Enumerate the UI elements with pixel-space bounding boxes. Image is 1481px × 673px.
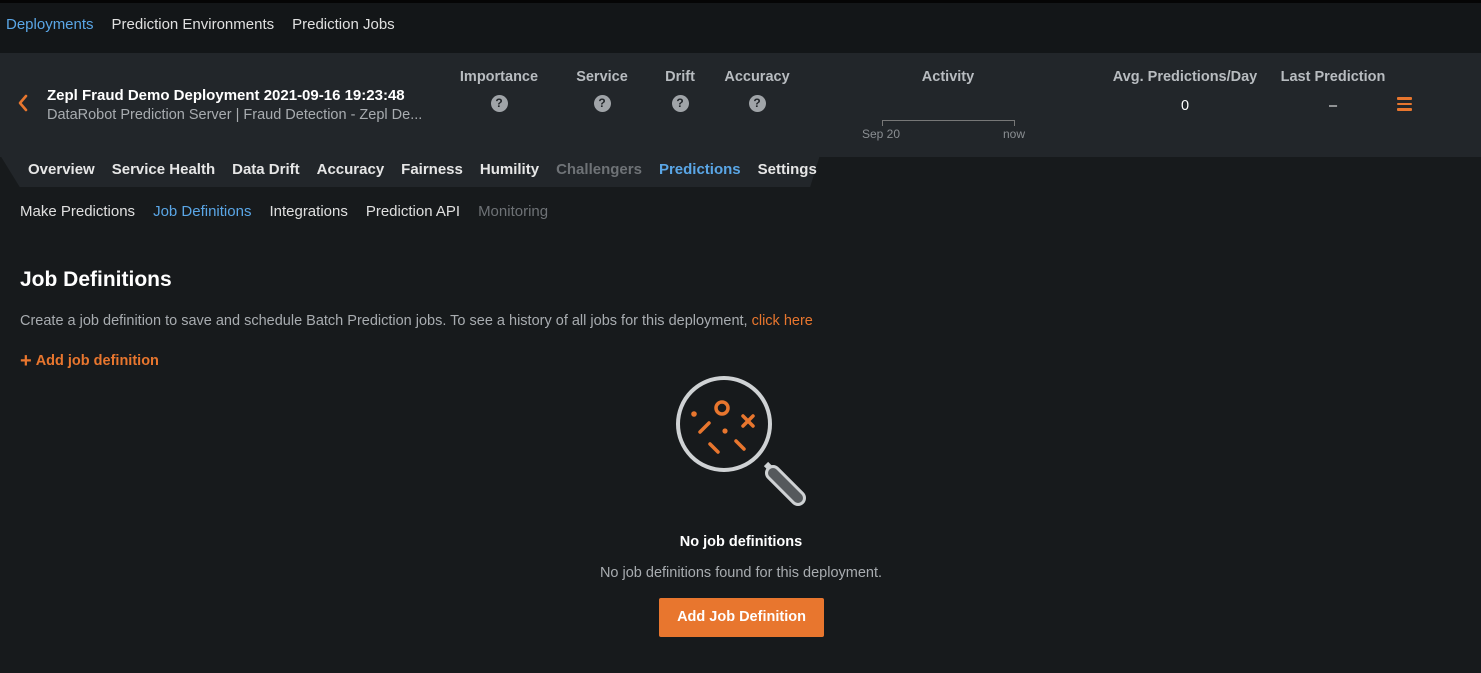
activity-start-label: Sep 20 xyxy=(862,127,901,141)
tab-overview[interactable]: Overview xyxy=(28,161,95,178)
metric-last-prediction-label: Last Prediction xyxy=(1280,69,1386,85)
activity-timeline xyxy=(882,120,1015,126)
metric-activity-label: Activity xyxy=(921,69,975,85)
activity-end-label: now xyxy=(1003,127,1026,141)
deployment-title: Zepl Fraud Demo Deployment 2021-09-16 19… xyxy=(47,87,405,104)
add-job-definition-label: Add job definition xyxy=(35,353,159,369)
subtab-integrations[interactable]: Integrations xyxy=(269,203,347,220)
tab-fairness[interactable]: Fairness xyxy=(401,161,463,178)
add-job-definition-button[interactable]: Add Job Definition xyxy=(659,598,824,637)
question-circle-icon[interactable]: ? xyxy=(593,95,611,112)
metric-activity: Activity xyxy=(908,69,988,85)
metric-accuracy-label: Accuracy xyxy=(724,69,790,85)
avg-predictions-value: 0 xyxy=(1180,98,1190,114)
back-button[interactable] xyxy=(15,92,31,114)
metric-importance: Importance ? xyxy=(458,69,540,112)
deployment-subtitle: DataRobot Prediction Server | Fraud Dete… xyxy=(47,107,423,123)
subtab-job-definitions[interactable]: Job Definitions xyxy=(153,203,251,220)
page-title: Job Definitions xyxy=(20,268,172,291)
tab-predictions[interactable]: Predictions xyxy=(659,161,741,178)
prediction-subtabs: Make Predictions Job Definitions Integra… xyxy=(20,203,548,220)
description-text: Create a job definition to save and sche… xyxy=(20,313,752,329)
chevron-left-icon xyxy=(18,94,28,112)
history-link[interactable]: click here xyxy=(752,313,813,329)
page-description: Create a job definition to save and sche… xyxy=(20,313,813,329)
plus-icon: + xyxy=(20,350,32,372)
last-prediction-value: – xyxy=(1328,98,1338,114)
add-job-definition-link[interactable]: + Add job definition xyxy=(20,350,159,372)
topnav-deployments[interactable]: Deployments xyxy=(6,16,94,33)
subtab-prediction-api[interactable]: Prediction API xyxy=(366,203,460,220)
tab-humility[interactable]: Humility xyxy=(480,161,539,178)
metric-avg-predictions: Avg. Predictions/Day xyxy=(1110,69,1260,85)
question-circle-icon[interactable]: ? xyxy=(671,95,689,112)
question-circle-icon[interactable]: ? xyxy=(490,95,508,112)
metric-last-prediction: Last Prediction xyxy=(1278,69,1388,85)
subtab-make-predictions[interactable]: Make Predictions xyxy=(20,203,135,220)
metric-avg-predictions-label: Avg. Predictions/Day xyxy=(1112,69,1258,85)
metric-drift: Drift ? xyxy=(660,69,700,112)
tab-accuracy[interactable]: Accuracy xyxy=(317,161,385,178)
top-nav: Deployments Prediction Environments Pred… xyxy=(6,16,395,33)
metric-service: Service ? xyxy=(572,69,632,112)
tab-settings[interactable]: Settings xyxy=(758,161,817,178)
question-circle-icon[interactable]: ? xyxy=(748,95,766,112)
topnav-prediction-environments[interactable]: Prediction Environments xyxy=(112,16,275,33)
tab-challengers: Challengers xyxy=(556,161,642,178)
metric-service-label: Service xyxy=(576,69,628,85)
tab-service-health[interactable]: Service Health xyxy=(112,161,215,178)
empty-state-message: No job definitions found for this deploy… xyxy=(599,565,883,581)
metric-importance-label: Importance xyxy=(459,69,539,85)
empty-state-title: No job definitions xyxy=(679,534,803,550)
metric-accuracy: Accuracy ? xyxy=(722,69,792,112)
subtab-monitoring: Monitoring xyxy=(478,203,549,220)
magnifier-icon xyxy=(676,376,806,506)
metric-drift-label: Drift xyxy=(665,69,695,85)
topnav-prediction-jobs[interactable]: Prediction Jobs xyxy=(292,16,395,33)
tab-data-drift[interactable]: Data Drift xyxy=(232,161,300,178)
deployment-tabs: Overview Service Health Data Drift Accur… xyxy=(28,161,817,178)
hamburger-menu-icon[interactable] xyxy=(1397,97,1412,111)
